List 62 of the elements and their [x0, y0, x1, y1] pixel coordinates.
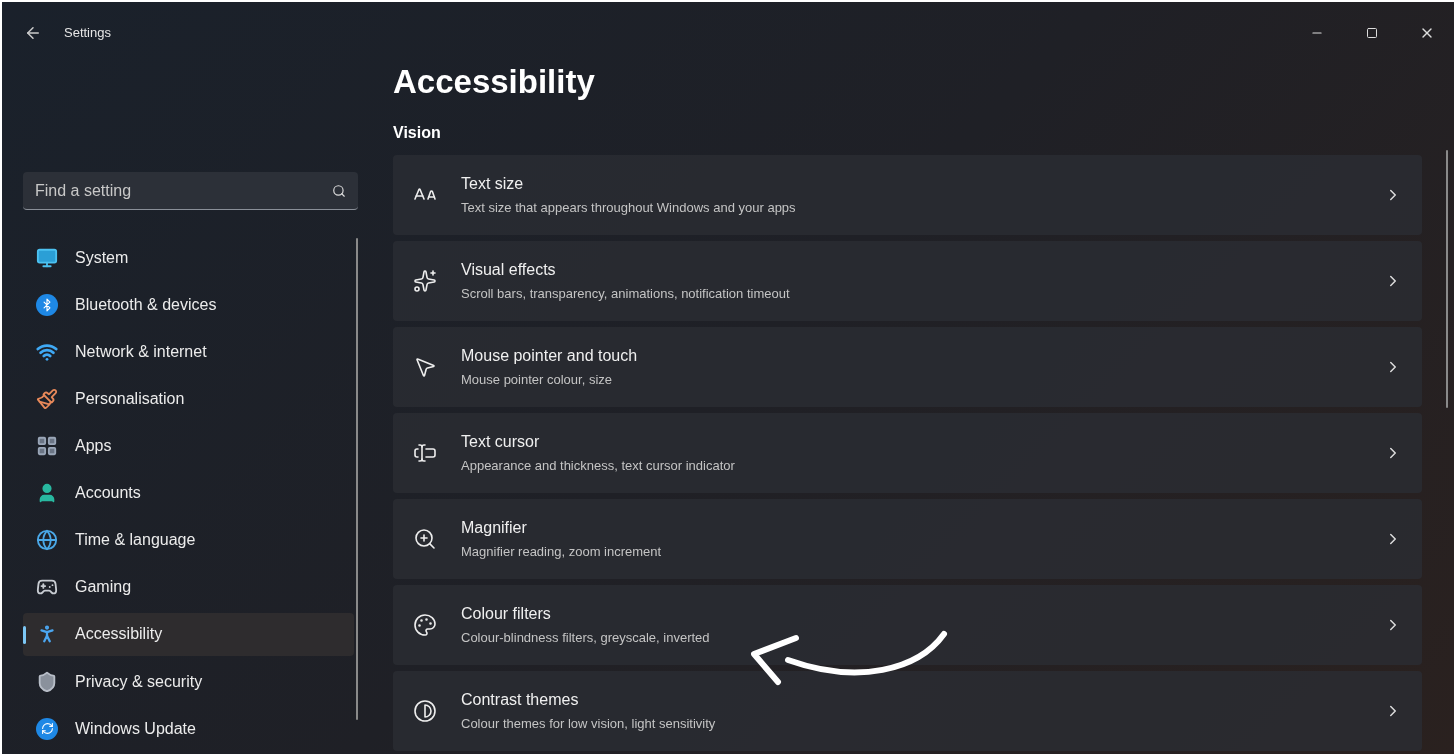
- nav-label: Bluetooth & devices: [75, 294, 217, 315]
- settings-card[interactable]: Text size Text size that appears throughout Windows and your apps: [393, 154, 1422, 235]
- nav-item[interactable]: Time & language: [23, 518, 354, 562]
- nav-item[interactable]: Privacy & security: [23, 659, 354, 704]
- settings-card[interactable]: Mouse pointer and touch Mouse pointer colour, size: [393, 326, 1422, 407]
- nav-item[interactable]: System: [23, 236, 354, 280]
- scrollbar[interactable]: [356, 238, 358, 720]
- nav-item[interactable]: Accessibility: [23, 612, 354, 657]
- nav-label: System: [75, 247, 129, 268]
- nav-label: Gaming: [75, 577, 132, 598]
- sparkles-icon: [413, 268, 439, 293]
- apps-icon: [35, 435, 59, 458]
- search-icon: [332, 184, 346, 198]
- nav-label: Privacy & security: [75, 671, 203, 692]
- nav-label: Windows Update: [75, 718, 196, 739]
- nav-item[interactable]: Personalisation: [23, 377, 354, 421]
- paintbrush-icon: [35, 388, 59, 410]
- update-icon: [35, 717, 59, 740]
- card-title: Magnifier: [461, 517, 528, 538]
- card-description: Colour-blindness filters, greyscale, inverted: [461, 628, 710, 647]
- contrast-icon: [413, 698, 439, 723]
- card-description: Scroll bars, transparency, animations, notification timeout: [461, 284, 790, 303]
- card-description: Magnifier reading, zoom increment: [461, 542, 662, 561]
- settings-card[interactable]: Visual effects Scroll bars, transparency, animations, notification timeout: [393, 240, 1422, 321]
- nav-label: Personalisation: [75, 389, 185, 409]
- card-title: Contrast themes: [461, 689, 580, 710]
- card-title: Text size: [461, 173, 525, 194]
- nav-item[interactable]: Gaming: [23, 565, 354, 610]
- nav-item[interactable]: Windows Update: [23, 706, 354, 751]
- card-title: Visual effects: [461, 259, 557, 280]
- settings-card[interactable]: Magnifier Magnifier reading, zoom increment: [393, 498, 1422, 579]
- selection-indicator: [23, 625, 26, 644]
- nav-label: Accessibility: [75, 624, 163, 645]
- card-title: Text cursor: [461, 431, 541, 452]
- bluetooth-icon: [35, 293, 59, 316]
- card-description: Appearance and thickness, text cursor indicator: [461, 456, 735, 475]
- maximize-icon: [1365, 27, 1378, 39]
- globe-icon: [35, 529, 59, 552]
- section-heading: Vision: [393, 122, 442, 143]
- nav-label: Accounts: [75, 483, 141, 504]
- palette-icon: [413, 612, 439, 637]
- nav-item[interactable]: Accounts: [23, 471, 354, 515]
- card-description: Mouse pointer colour, size: [461, 370, 614, 389]
- window-title: Settings: [64, 24, 111, 43]
- card-title: Mouse pointer and touch: [461, 345, 638, 366]
- settings-card[interactable]: Text cursor Appearance and thickness, text cursor indicator: [393, 412, 1422, 493]
- settings-card[interactable]: Colour filters Colour-blindness filters, greyscale, inverted: [393, 584, 1422, 665]
- scrollbar[interactable]: [1446, 150, 1448, 408]
- monitor-icon: [35, 246, 59, 269]
- page-title: Accessibility: [393, 62, 596, 102]
- nav-label: Network & internet: [75, 341, 207, 362]
- card-description: Text size that appears throughout Windows and your apps: [461, 198, 796, 217]
- settings-card[interactable]: Contrast themes Colour themes for low vision, light sensitivity: [393, 670, 1422, 751]
- search-field[interactable]: Find a setting: [23, 172, 358, 210]
- card-description: Colour themes for low vision, light sensitivity: [461, 714, 716, 733]
- back-icon[interactable]: [24, 24, 42, 42]
- card-title: Colour filters: [461, 603, 552, 624]
- nav-label: Time & language: [75, 530, 196, 551]
- nav-item[interactable]: Bluetooth & devices: [23, 283, 354, 327]
- nav-item[interactable]: Network & internet: [23, 330, 354, 374]
- nav-label: Apps: [75, 436, 112, 457]
- nav-item[interactable]: Apps: [23, 424, 354, 468]
